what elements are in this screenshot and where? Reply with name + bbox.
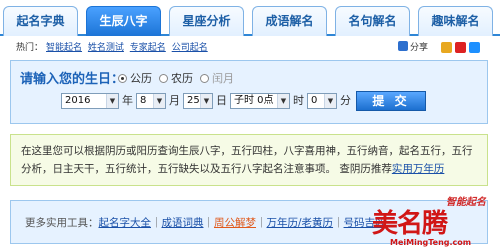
info-panel: 在这里您可以根据阴历或阳历查询生辰八字，五行四柱，八字喜用神，五行纳音，起名五行… (10, 134, 488, 186)
hot-link-name-test[interactable]: 姓名测试 (88, 43, 124, 53)
share-label: 分享 (409, 43, 428, 53)
birth-form-title: 请输入您的生日： (20, 72, 125, 87)
minute-value: 0 (311, 95, 318, 106)
radio-dot (200, 74, 209, 83)
hot-links-row: 热门： 智能起名 姓名测试 专家起名 公司起名 分享 (16, 41, 486, 55)
radio-lunar-calendar[interactable]: 农历 (159, 70, 193, 86)
hot-link-smart-naming[interactable]: 智能起名 (46, 43, 82, 53)
tab-idiom-naming[interactable]: 成语解名 (252, 6, 327, 36)
tab-name-dictionary[interactable]: 起名字典 (3, 6, 78, 36)
separator: ｜ (333, 217, 344, 229)
brand-logo: 智能起名 美名腾 MeiMingTeng.com (368, 193, 498, 249)
minute-unit: 分 (340, 94, 351, 107)
chevron-down-icon: ▼ (153, 94, 165, 108)
year-value: 2016 (65, 95, 91, 106)
hour-select[interactable]: 子时 0点 ▼ (230, 93, 290, 109)
rss-icon[interactable] (441, 42, 452, 53)
month-unit: 月 (169, 94, 180, 107)
brand-name: 美名腾 (372, 209, 448, 239)
perpetual-calendar-link[interactable]: 实用万年历 (392, 163, 445, 175)
month-value: 8 (140, 95, 147, 106)
birth-form-panel: 请输入您的生日： 公历 农历 闰月 2016 ▼ 年 8 ▼ 月 25 ▼ 日 子时 … (10, 60, 488, 124)
radio-dot (159, 74, 168, 83)
year-unit: 年 (122, 94, 133, 107)
tab-fun-naming[interactable]: 趣味解名 (418, 6, 493, 36)
chevron-down-icon: ▼ (324, 94, 336, 108)
chevron-down-icon: ▼ (106, 94, 118, 108)
brand-site: MeiMingTeng.com (390, 238, 472, 247)
radio-leap-month: 闰月 (200, 70, 234, 86)
separator: ｜ (203, 217, 215, 229)
tool-link-dream-interpretation[interactable]: 周公解梦 (214, 217, 256, 229)
tab-birth-bazi[interactable]: 生辰八字 (86, 6, 161, 36)
radio-dot-selected (118, 74, 127, 83)
hot-link-company-naming[interactable]: 公司起名 (172, 43, 208, 53)
chevron-down-icon: ▼ (200, 94, 212, 108)
hour-unit: 时 (293, 94, 304, 107)
month-select[interactable]: 8 ▼ (136, 93, 166, 109)
separator: ｜ (256, 217, 267, 229)
radio-label: 公历 (130, 72, 152, 85)
tool-link-idiom-dictionary[interactable]: 成语词典 (162, 217, 204, 229)
minute-select[interactable]: 0 ▼ (307, 93, 337, 109)
weibo-icon[interactable] (455, 42, 466, 53)
hot-prefix: 热门： (16, 43, 44, 53)
chevron-down-icon: ▼ (277, 94, 289, 108)
radio-label: 农历 (171, 72, 193, 85)
hot-link-expert-naming[interactable]: 专家起名 (130, 43, 166, 53)
tool-link-almanac[interactable]: 万年历/老黄历 (267, 217, 334, 229)
tools-prefix: 更多实用工具： (25, 217, 99, 229)
brand-tagline: 智能起名 (446, 197, 486, 208)
day-value: 25 (187, 95, 200, 106)
tab-constellation[interactable]: 星座分析 (169, 6, 244, 36)
day-unit: 日 (216, 94, 227, 107)
year-select[interactable]: 2016 ▼ (61, 93, 119, 109)
hour-value: 子时 0点 (234, 95, 274, 106)
separator: ｜ (151, 217, 162, 229)
radio-label: 闰月 (212, 72, 234, 85)
tool-link-name-chars[interactable]: 起名字大全 (99, 217, 152, 229)
main-tab-bar: 起名字典 生辰八字 星座分析 成语解名 名句解名 趣味解名 (0, 0, 500, 36)
tab-quote-naming[interactable]: 名句解名 (335, 6, 410, 36)
qq-icon[interactable] (469, 42, 480, 53)
day-select[interactable]: 25 ▼ (183, 93, 213, 109)
share-icon (397, 41, 408, 51)
submit-button[interactable]: 提 交 (356, 91, 426, 111)
tools-row: 更多实用工具：起名字大全｜成语词典｜周公解梦｜万年历/老黄历｜号码吉凶 (25, 215, 386, 230)
share-button[interactable]: 分享 (397, 41, 428, 55)
radio-solar-calendar[interactable]: 公历 (118, 70, 152, 86)
